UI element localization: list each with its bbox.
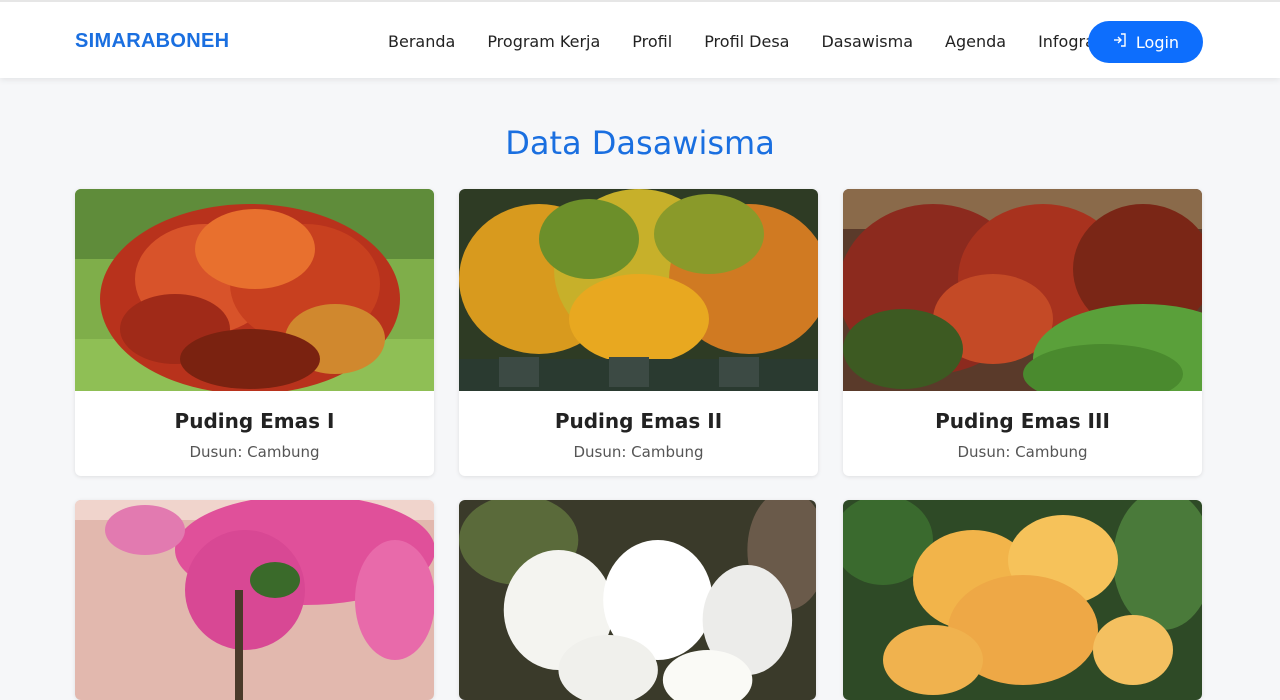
dasawisma-card-3[interactable]: Puding Emas III Dusun: Cambung [843, 189, 1202, 476]
section-title: Data Dasawisma [505, 124, 775, 162]
card-dusun: Dusun: Cambung [189, 443, 320, 461]
nav-program-kerja[interactable]: Program Kerja [487, 32, 600, 51]
nav-profil-desa[interactable]: Profil Desa [704, 32, 789, 51]
card-title: Puding Emas II [554, 409, 723, 433]
nav-dasawisma[interactable]: Dasawisma [821, 32, 913, 51]
bougainvillea-pink-image [75, 500, 434, 700]
dasawisma-card-1[interactable]: Puding Emas I Dusun: Cambung [75, 189, 434, 476]
card-title: Puding Emas I [174, 409, 335, 433]
brand-logo[interactable]: SIMARABONEH [75, 30, 229, 53]
nav-beranda[interactable]: Beranda [388, 32, 455, 51]
nav-profil[interactable]: Profil [632, 32, 672, 51]
croton-plant-image [75, 189, 434, 391]
bougainvillea-yellow-image [843, 500, 1202, 700]
croton-plant-image [843, 189, 1202, 391]
card-dusun: Dusun: Cambung [573, 443, 704, 461]
login-button[interactable]: Login [1088, 21, 1203, 63]
dasawisma-card-6[interactable] [843, 500, 1202, 700]
login-icon [1112, 32, 1136, 52]
card-title: Puding Emas III [935, 409, 1110, 433]
login-label: Login [1135, 32, 1180, 52]
card-dusun: Dusun: Cambung [957, 443, 1088, 461]
nav-links: Beranda Program Kerja Profil Profil Desa… [372, 2, 1129, 80]
dasawisma-card-5[interactable] [459, 500, 816, 700]
bougainvillea-white-image [459, 500, 816, 700]
nav-agenda[interactable]: Agenda [945, 32, 1006, 51]
dasawisma-card-2[interactable]: Puding Emas II Dusun: Cambung [459, 189, 818, 476]
navbar: SIMARABONEH Beranda Program Kerja Profil… [0, 0, 1280, 78]
dasawisma-card-4[interactable] [75, 500, 434, 700]
croton-plant-image [459, 189, 818, 391]
